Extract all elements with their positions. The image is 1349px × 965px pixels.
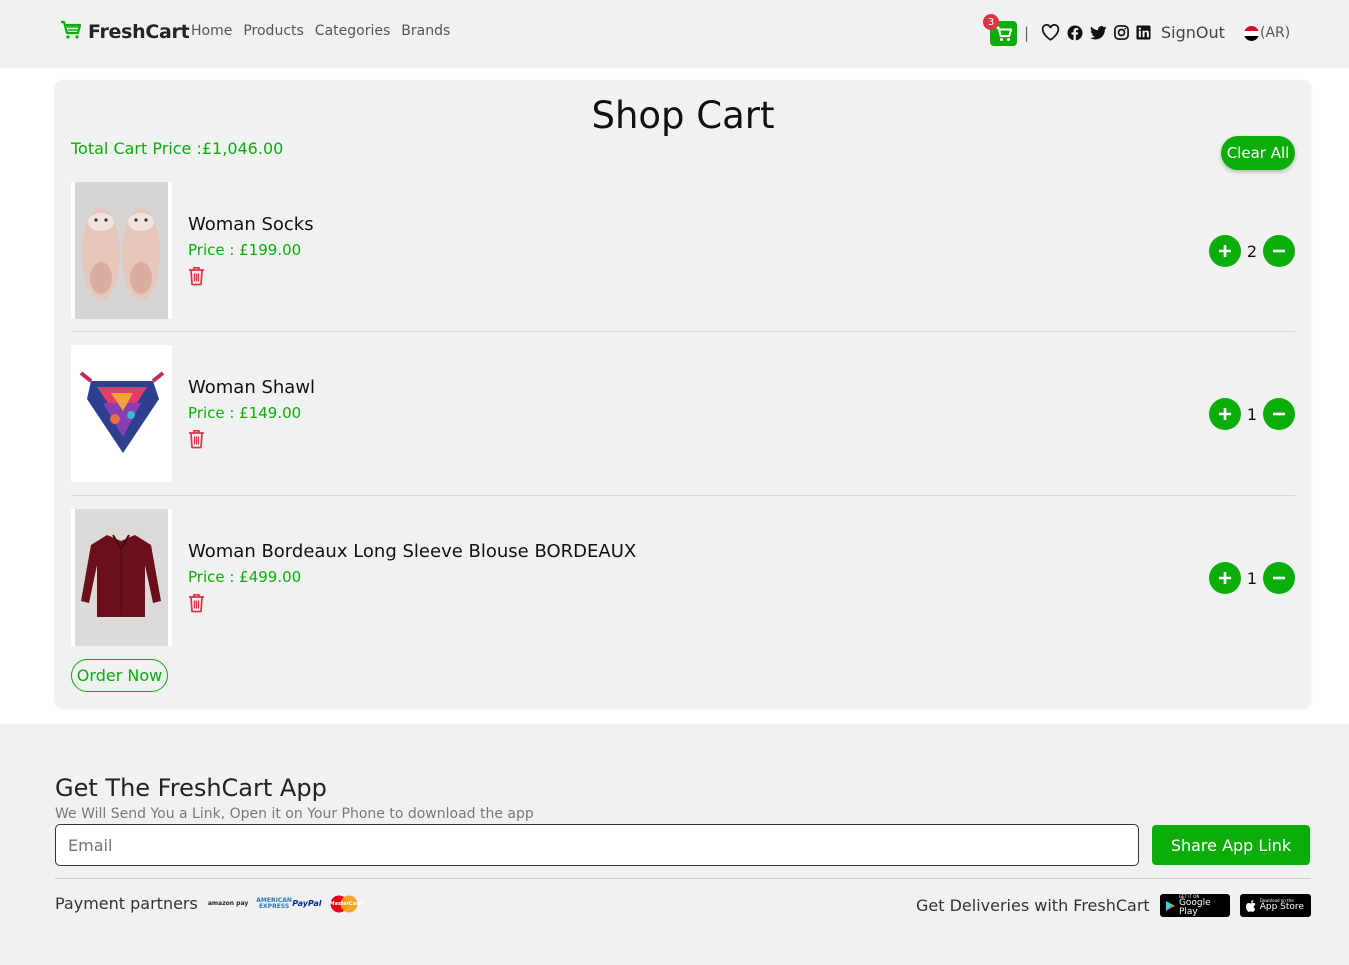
- language-switch[interactable]: (AR): [1244, 25, 1290, 41]
- social-icons: [1041, 24, 1151, 41]
- payment-label: Payment partners: [55, 894, 198, 913]
- egypt-flag-icon: [1244, 25, 1259, 41]
- trash-icon[interactable]: [188, 266, 205, 290]
- footer: Get The FreshCart App We Will Send You a…: [0, 724, 1349, 965]
- item-price: Price : £199.00: [188, 241, 302, 259]
- item-name: Woman Bordeaux Long Sleeve Blouse BORDEA…: [188, 541, 637, 562]
- heart-icon[interactable]: [1041, 24, 1060, 41]
- order-now-button[interactable]: Order Now: [71, 659, 168, 692]
- minus-icon: [1273, 576, 1285, 580]
- amex-logo: AMERICAN EXPRESS: [256, 896, 292, 910]
- brand-link[interactable]: FreshCart: [60, 20, 190, 44]
- cart-panel: Shop Cart Total Cart Price :£1,046.00 Cl…: [55, 80, 1311, 708]
- decrease-button[interactable]: [1263, 235, 1295, 267]
- cart-item: Woman Shawl Price : £149.00 1: [71, 345, 1295, 482]
- quantity-stepper: 2: [1208, 235, 1295, 267]
- decrease-button[interactable]: [1263, 398, 1295, 430]
- linkedin-icon[interactable]: [1136, 25, 1151, 40]
- app-title: Get The FreshCart App: [55, 774, 327, 802]
- navbar: FreshCart Home Products Categories Brand…: [0, 0, 1349, 68]
- plus-icon: [1218, 572, 1231, 584]
- twitter-icon[interactable]: [1090, 25, 1107, 40]
- increase-button[interactable]: [1208, 235, 1241, 267]
- deliveries-label: Get Deliveries with FreshCart: [916, 896, 1150, 915]
- cart-logo-icon: [60, 20, 82, 44]
- app-store-badge[interactable]: Download on the App Store: [1239, 894, 1311, 917]
- deliveries: Get Deliveries with FreshCart GET IT ON G…: [916, 894, 1311, 917]
- payment-partners: Payment partners amazon pay AMERICAN EXP…: [55, 894, 362, 913]
- minus-icon: [1273, 412, 1285, 416]
- item-price: Price : £499.00: [188, 568, 302, 586]
- email-field[interactable]: [55, 824, 1139, 866]
- item-divider: [71, 331, 1295, 332]
- decrease-button[interactable]: [1263, 562, 1295, 594]
- app-subtitle: We Will Send You a Link, Open it on Your…: [55, 806, 534, 822]
- quantity-stepper: 1: [1208, 562, 1295, 594]
- cart-item: Woman Socks Price : £199.00 2: [71, 182, 1295, 319]
- product-image: [71, 182, 172, 319]
- brand-name: FreshCart: [88, 21, 190, 43]
- increase-button[interactable]: [1208, 562, 1241, 594]
- total-cart-price: Total Cart Price :£1,046.00: [71, 139, 284, 158]
- item-name: Woman Socks: [188, 214, 314, 235]
- nav-link-products[interactable]: Products: [243, 23, 303, 39]
- product-image: [71, 509, 172, 646]
- apple-icon: [1245, 899, 1256, 912]
- clear-all-button[interactable]: Clear All: [1221, 136, 1295, 170]
- item-divider: [71, 495, 1295, 496]
- nav-links: Home Products Categories Brands: [191, 23, 450, 39]
- product-image: [71, 345, 172, 482]
- facebook-icon[interactable]: [1067, 25, 1083, 41]
- trash-icon[interactable]: [188, 429, 205, 453]
- page-title: Shop Cart: [591, 94, 775, 137]
- cart-count-badge: 3: [983, 14, 999, 30]
- cart-item: Woman Bordeaux Long Sleeve Blouse BORDEA…: [71, 509, 1295, 646]
- google-play-badge[interactable]: GET IT ON Google Play: [1159, 894, 1230, 917]
- quantity-stepper: 1: [1208, 398, 1295, 430]
- signout-link[interactable]: SignOut: [1161, 23, 1225, 42]
- google-play-icon: [1165, 900, 1175, 911]
- quantity-value: 1: [1246, 568, 1257, 588]
- quantity-value: 2: [1246, 241, 1257, 261]
- nav-link-categories[interactable]: Categories: [315, 23, 390, 39]
- paypal-logo: PayPal: [292, 899, 322, 908]
- language-label: (AR): [1260, 25, 1291, 41]
- item-name: Woman Shawl: [188, 377, 316, 398]
- nav-link-brands[interactable]: Brands: [401, 23, 450, 39]
- plus-icon: [1218, 408, 1231, 420]
- plus-icon: [1218, 245, 1231, 257]
- increase-button[interactable]: [1208, 398, 1241, 430]
- footer-divider: [55, 878, 1311, 879]
- quantity-value: 1: [1246, 404, 1257, 424]
- mastercard-logo: MasterCard: [329, 895, 362, 913]
- nav-separator: |: [1024, 24, 1030, 42]
- trash-icon[interactable]: [188, 593, 205, 617]
- instagram-icon[interactable]: [1114, 25, 1129, 40]
- amazon-pay-logo: amazon pay: [207, 900, 249, 907]
- item-price: Price : £149.00: [188, 404, 302, 422]
- minus-icon: [1273, 249, 1285, 253]
- share-app-link-button[interactable]: Share App Link: [1152, 825, 1310, 865]
- nav-link-home[interactable]: Home: [191, 23, 232, 39]
